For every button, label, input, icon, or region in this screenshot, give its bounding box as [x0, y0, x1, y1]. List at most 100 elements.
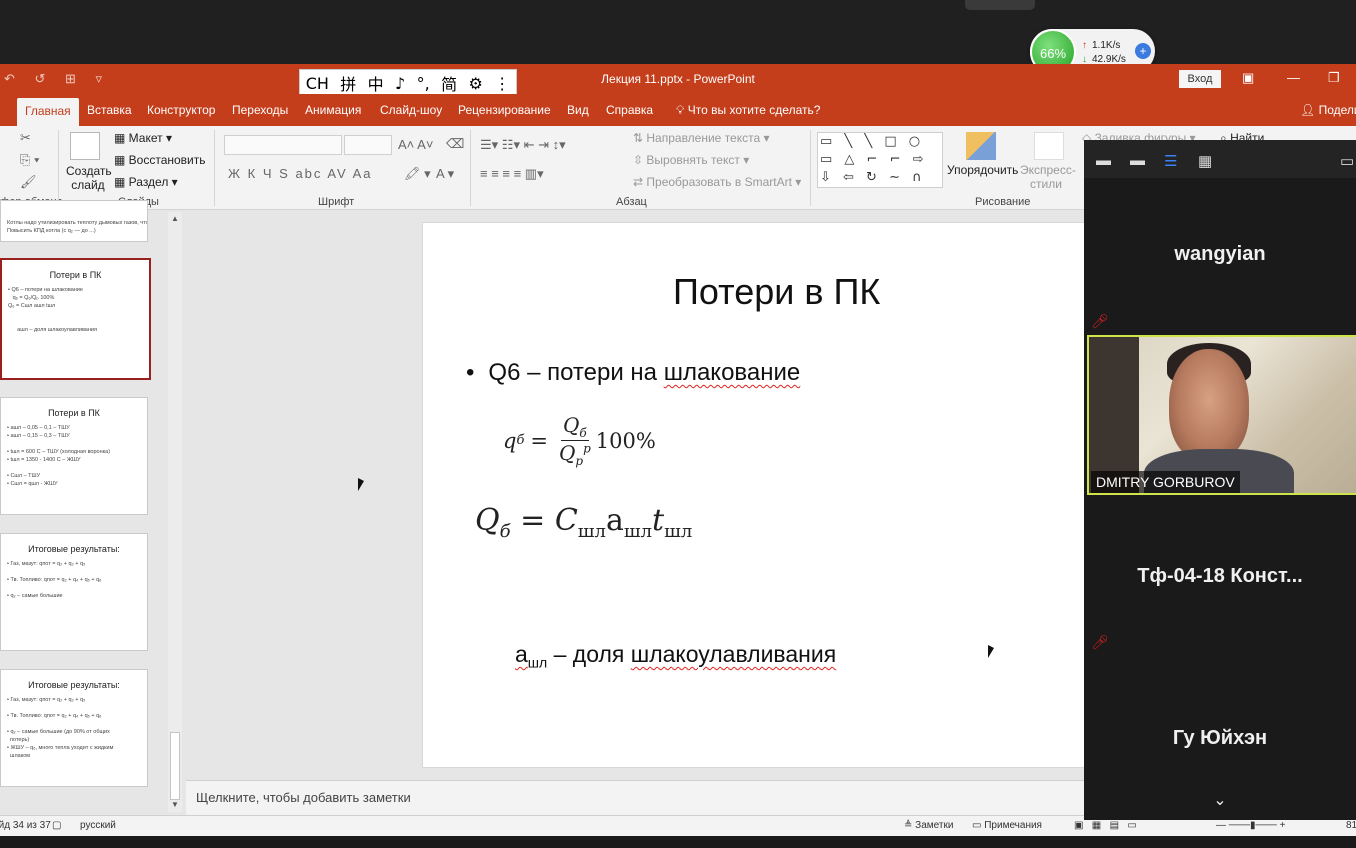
thumbnails-scrollbar[interactable]: ▲ ▼: [168, 212, 182, 812]
font-size-select[interactable]: [344, 135, 392, 155]
share-button[interactable]: 👤︎ Поделиться: [1300, 103, 1356, 117]
plus-icon[interactable]: +: [1135, 43, 1151, 59]
tab-home[interactable]: Главная: [17, 98, 79, 126]
slide[interactable]: Потери в ПК • Q6 – потери на шлакование q…: [422, 222, 1102, 768]
minimize-icon[interactable]: ▬: [1096, 152, 1111, 169]
tab-review[interactable]: Рецензирование: [458, 103, 551, 117]
person-icon: 👤︎: [1300, 103, 1316, 117]
ribbon-divider: [214, 130, 215, 206]
login-button[interactable]: Вход: [1179, 70, 1221, 88]
align-icons[interactable]: ≡ ≡ ≡ ≡ ▥▾: [480, 166, 544, 182]
participant-video[interactable]: DMITRY GORBUROV: [1087, 335, 1356, 495]
ime-item[interactable]: ⚙: [469, 74, 483, 93]
slide-note-text[interactable]: aшл – доля шлакоулавливания: [515, 641, 836, 671]
ribbon-tabs: Главная Вставка Конструктор Переходы Ани…: [0, 94, 1356, 126]
ime-item[interactable]: °,: [417, 74, 430, 93]
slide-thumbnail-selected[interactable]: Потери в ПК • Q6 – потери на шлакование …: [0, 258, 151, 380]
video-person-face: [1169, 349, 1249, 461]
mouse-cursor-icon: [358, 478, 364, 491]
tab-insert[interactable]: Вставка: [87, 103, 132, 117]
arrange-icon[interactable]: [966, 132, 996, 160]
formula-Q6-product[interactable]: Qб = Cшлaшлtшл: [475, 503, 692, 542]
slide-thumbnail[interactable]: Итоговые результаты: • Газ, мазут: qпот …: [0, 669, 148, 787]
tab-slideshow[interactable]: Слайд-шоу: [380, 103, 442, 117]
slide-bullet[interactable]: • Q6 – потери на шлакование: [466, 359, 800, 387]
language-indicator[interactable]: русский: [80, 820, 116, 831]
bullet-dot-icon: •: [466, 359, 475, 386]
scroll-up-icon[interactable]: ▲: [171, 214, 179, 223]
comments-toggle[interactable]: ▭ Примечания: [972, 820, 1042, 831]
speaker-view-icon[interactable]: ☰: [1164, 152, 1177, 170]
slide-title[interactable]: Потери в ПК: [673, 271, 880, 313]
ime-item[interactable]: ♪: [395, 74, 405, 93]
formula-q6[interactable]: qб = Qб Qрр 100%: [503, 413, 656, 468]
tab-design[interactable]: Конструктор: [147, 103, 215, 117]
upload-speed: ↑ 1.1K/s: [1082, 40, 1121, 51]
layout-button[interactable]: ▦ Макет ▾: [114, 131, 172, 145]
view-buttons[interactable]: ▣ ▦ ▤ ▭: [1074, 820, 1137, 831]
tab-transitions[interactable]: Переходы: [232, 103, 288, 117]
slide-thumbnail[interactable]: Потери в ПК • aшл – 0,05 – 0,1 – ТШУ • a…: [0, 397, 148, 515]
participant-name: Гу Юйхэн: [1172, 727, 1268, 749]
notes-placeholder[interactable]: Щелкните, чтобы добавить заметки: [196, 790, 411, 805]
ime-item[interactable]: 拼: [340, 71, 356, 95]
scrollbar-thumb[interactable]: [170, 732, 180, 800]
arrange-button[interactable]: Упорядочить: [947, 163, 1018, 177]
tab-view[interactable]: Вид: [567, 103, 589, 117]
format-painter-icon[interactable]: 🖌︎: [20, 174, 37, 190]
minimize-icon[interactable]: —: [1287, 70, 1300, 85]
thumbnail-view-icon[interactable]: ▬: [1130, 152, 1145, 169]
reset-button[interactable]: ▦ Восстановить: [114, 153, 206, 167]
slide-thumbnail[interactable]: Итоговые результаты: • Газ, мазут: qпот …: [0, 533, 148, 651]
shapes-gallery[interactable]: ▭ ╲ ╲ □ ○ ▭ △ ⌐ ⌐ ⇨ ⇩ ⇦ ↻ ∼ ∩ { } ☆: [817, 132, 943, 188]
ribbon-divider: [470, 130, 471, 206]
cut-icon[interactable]: ✂: [20, 130, 31, 146]
restore-icon[interactable]: ❐: [1328, 70, 1340, 86]
highlight-icon[interactable]: 🖍︎ ▾: [404, 166, 431, 182]
font-grow-shrink-icon[interactable]: A˄ A˅: [398, 137, 433, 152]
zoom-slider[interactable]: — ───▮─── +: [1216, 820, 1285, 831]
zoom-level[interactable]: 81%: [1346, 820, 1356, 831]
tab-animations[interactable]: Анимация: [305, 103, 361, 117]
ime-item[interactable]: 简: [441, 71, 457, 95]
align-text-button[interactable]: ⇳ Выровнять текст ▾: [633, 153, 749, 167]
video-name-label: DMITRY GORBUROV: [1091, 471, 1240, 493]
more-icon[interactable]: ▭: [1340, 152, 1354, 170]
clear-format-icon[interactable]: ⌫: [446, 136, 464, 152]
font-color-icon[interactable]: A ▾: [436, 166, 454, 182]
ime-item[interactable]: 中: [368, 71, 384, 95]
ime-item[interactable]: CH: [306, 74, 329, 93]
text-direction-button[interactable]: ⇅ Направление текста ▾: [633, 131, 770, 145]
convert-smartart-button[interactable]: ⇄ Преобразовать в SmartArt ▾: [633, 175, 801, 189]
new-slide-icon[interactable]: [70, 132, 100, 160]
slide-counter: Слайд 34 из 37: [0, 820, 51, 831]
notes-pane[interactable]: Щелкните, чтобы добавить заметки: [186, 780, 1084, 815]
quick-styles-button[interactable]: Экспресс-стили: [1020, 163, 1076, 191]
document-title: Лекция 11.pptx - PowerPoint: [601, 72, 755, 86]
section-button[interactable]: ▦ Раздел ▾: [114, 175, 178, 189]
formula-fraction: Qб Qрр: [559, 413, 591, 468]
notes-toggle[interactable]: ≜ Заметки: [904, 820, 953, 831]
font-family-select[interactable]: [224, 135, 342, 155]
window-grip[interactable]: [965, 0, 1035, 10]
chevron-down-icon[interactable]: ⌄: [1084, 790, 1356, 810]
list-icons[interactable]: ☰▾ ☷▾ ⇤ ⇥ ↕▾: [480, 137, 566, 153]
taskbar-edge: [0, 836, 1356, 848]
title-bar: ↶ ↺ ⊞ ▿ Лекция 11.pptx - PowerPoint Вход…: [0, 64, 1356, 94]
tab-help[interactable]: Справка: [606, 103, 653, 117]
font-format-buttons[interactable]: Ж К Ч S abc AV Aa: [228, 166, 373, 181]
gallery-view-icon[interactable]: ▦: [1198, 152, 1212, 170]
ribbon-divider: [810, 130, 811, 206]
scroll-down-icon[interactable]: ▼: [171, 800, 179, 809]
spellcheck-icon[interactable]: ▢: [52, 820, 61, 831]
quick-styles-icon[interactable]: [1034, 132, 1064, 160]
ime-item[interactable]: ⋮: [494, 74, 510, 93]
tell-me-search[interactable]: 💡︎ Что вы хотите сделать?: [676, 103, 820, 118]
ime-toolbar[interactable]: CH 拼中 ♪ °, 简 ⚙ ⋮: [299, 69, 517, 97]
lightbulb-icon: 💡︎: [676, 103, 685, 117]
new-slide-button[interactable]: Создать слайд: [66, 164, 112, 192]
slide-thumbnail[interactable]: Котлы надо утилизировать теплоту дымовых…: [0, 200, 148, 242]
mouse-cursor-icon: [988, 645, 994, 658]
ribbon-display-icon[interactable]: ▣: [1242, 70, 1254, 86]
copy-icon[interactable]: ⎘ ▾: [20, 152, 39, 168]
